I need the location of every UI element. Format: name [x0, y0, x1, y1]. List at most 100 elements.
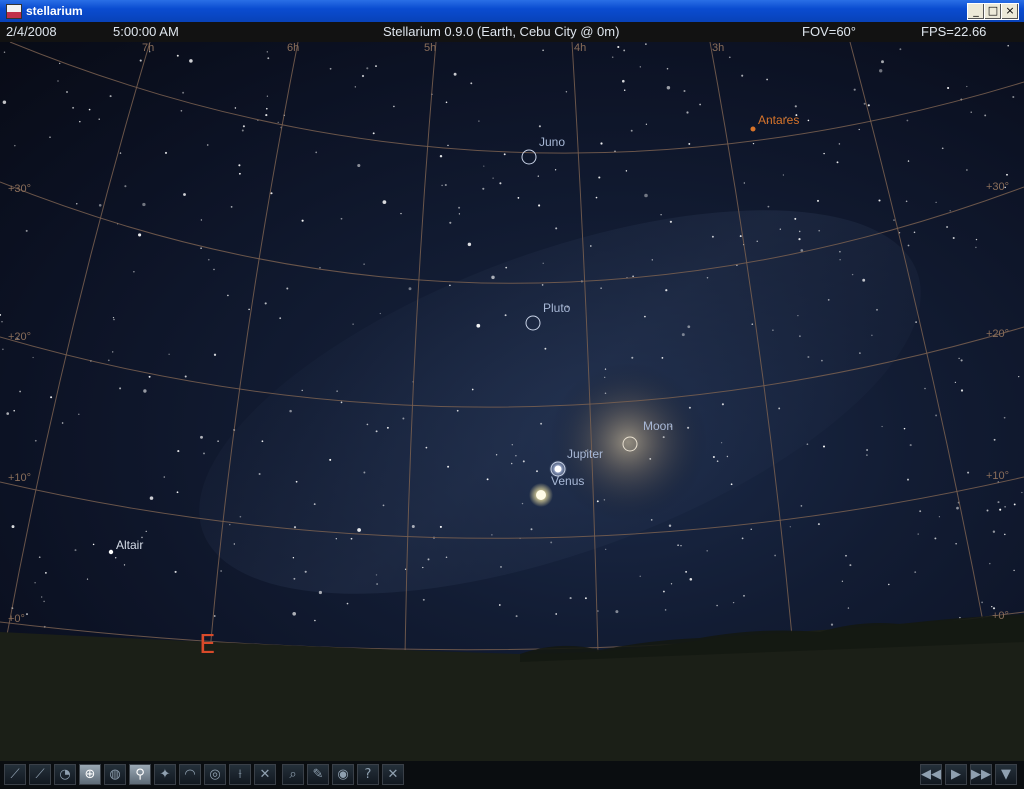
star [688, 142, 691, 145]
star [711, 235, 714, 238]
star [827, 298, 830, 301]
star [335, 538, 337, 540]
maximize-button[interactable]: □ [984, 3, 1002, 20]
star [270, 192, 273, 195]
star [739, 235, 742, 238]
altair-star[interactable] [108, 549, 114, 555]
star [1021, 491, 1023, 494]
star [248, 308, 250, 311]
decrease-time-speed-button[interactable]: ◀◀ [920, 764, 942, 785]
star [72, 106, 75, 109]
star [230, 206, 233, 208]
star [807, 119, 810, 122]
star [584, 597, 587, 600]
star [952, 236, 955, 240]
star [681, 333, 685, 337]
star [286, 287, 289, 290]
sky-view[interactable]: Juno Antares Pluto Moon Jupiter Venus Al… [0, 42, 1024, 767]
star [425, 446, 428, 449]
atmosphere-button[interactable]: ◠ [179, 764, 201, 785]
star [163, 476, 166, 478]
star [1013, 569, 1015, 572]
mount-mode-button[interactable]: ✕ [254, 764, 276, 785]
star [38, 556, 41, 559]
equatorial-grid-button[interactable]: ⊕ [79, 764, 101, 785]
configuration-button[interactable]: ✎ [307, 764, 329, 785]
fps-readout: FPS=22.66 [921, 24, 987, 39]
star [361, 74, 365, 78]
grid-label-ra5: 5h [424, 42, 437, 54]
star [595, 196, 598, 199]
star [336, 390, 338, 392]
star [1004, 533, 1006, 536]
star [716, 460, 719, 463]
star [315, 151, 318, 154]
star [536, 470, 538, 473]
star [919, 510, 922, 513]
star [662, 590, 665, 593]
star [313, 503, 316, 506]
star [1, 321, 3, 323]
telescope-button[interactable]: ⟊ [229, 764, 251, 785]
star [289, 409, 292, 413]
search-button[interactable]: ⌕ [282, 764, 304, 785]
star [402, 417, 405, 420]
star [830, 623, 834, 626]
star [779, 228, 781, 230]
real-time-speed-button[interactable]: ▶ [945, 764, 967, 785]
star [422, 566, 424, 569]
star [741, 74, 744, 77]
close-window-button[interactable]: × [1001, 3, 1019, 20]
star [279, 317, 282, 320]
constellation-names-button[interactable]: ⟋ [29, 764, 51, 785]
grid-line-ra7 [1, 42, 151, 663]
star [329, 67, 332, 70]
star [112, 316, 115, 319]
return-to-current-time-button[interactable]: ▼ [995, 764, 1017, 785]
azimuthal-grid-button[interactable]: ◍ [104, 764, 126, 785]
star [1006, 173, 1008, 176]
star [662, 436, 665, 439]
star [716, 604, 718, 607]
constellation-art-button[interactable]: ◔ [54, 764, 76, 785]
moon-glow [548, 362, 708, 522]
star [148, 375, 151, 378]
nebulas-button[interactable]: ◎ [204, 764, 226, 785]
star [967, 471, 970, 474]
increase-time-speed-button[interactable]: ▶▶ [970, 764, 992, 785]
star [57, 80, 59, 82]
star [668, 524, 672, 527]
star [851, 273, 854, 276]
star [521, 502, 524, 505]
pluto-label: Pluto [543, 301, 571, 315]
star [949, 210, 951, 212]
antares-star[interactable] [750, 126, 756, 132]
night-mode-button[interactable]: ◉ [332, 764, 354, 785]
star [879, 69, 883, 73]
venus-planet[interactable] [536, 490, 546, 500]
star [1004, 506, 1006, 508]
jupiter-planet[interactable] [554, 465, 562, 473]
star [625, 170, 628, 172]
star [277, 121, 279, 124]
star [651, 259, 653, 261]
star [956, 506, 959, 510]
star [200, 219, 203, 221]
quit-button[interactable]: ✕ [382, 764, 404, 785]
star [354, 86, 356, 88]
ground-button[interactable]: ⚲ [129, 764, 151, 785]
star [400, 212, 402, 215]
minimize-button[interactable]: _ [967, 3, 985, 20]
star [603, 499, 606, 501]
star [363, 471, 366, 474]
juno-marker[interactable] [521, 149, 537, 165]
help-button[interactable]: ? [357, 764, 379, 785]
star [229, 523, 231, 526]
cardinal-points-button[interactable]: ✦ [154, 764, 176, 785]
star [491, 275, 495, 280]
star [203, 452, 205, 455]
constellation-lines-button[interactable]: ⟋ [4, 764, 26, 785]
grid-label-ra6: 6h [287, 42, 300, 54]
title-bar[interactable]: stellarium _ □ × [0, 0, 1024, 22]
star [720, 442, 723, 444]
